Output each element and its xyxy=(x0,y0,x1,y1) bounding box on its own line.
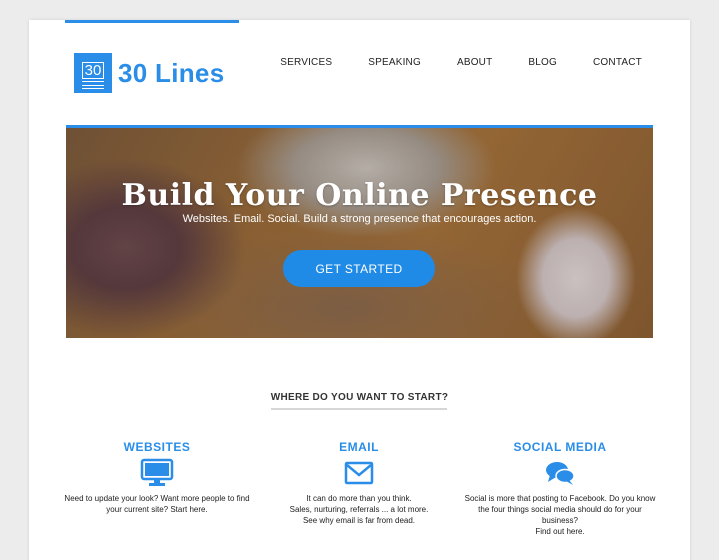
hero-banner: Build Your Online Presence Websites. Ema… xyxy=(66,125,653,338)
envelope-icon[interactable] xyxy=(259,458,459,488)
feature-title[interactable]: WEBSITES xyxy=(57,440,257,454)
main-nav: SERVICES SPEAKING ABOUT BLOG CONTACT xyxy=(244,57,642,68)
nav-services[interactable]: SERVICES xyxy=(280,57,332,68)
top-accent-bar xyxy=(65,20,239,23)
nav-speaking[interactable]: SPEAKING xyxy=(368,57,421,68)
hero-subtitle: Websites. Email. Social. Build a strong … xyxy=(182,213,537,225)
nav-about[interactable]: ABOUT xyxy=(457,57,492,68)
section-divider xyxy=(271,408,447,410)
feature-email[interactable]: EMAIL It can do more than you think. Sal… xyxy=(259,440,459,526)
feature-description: Social is more that posting to Facebook.… xyxy=(464,494,656,536)
nav-contact[interactable]: CONTACT xyxy=(593,57,642,68)
page-container: 30 30 Lines SERVICES SPEAKING ABOUT BLOG… xyxy=(29,20,690,560)
hero-title: Build Your Online Presence xyxy=(121,178,598,213)
section-heading: WHERE DO YOU WANT TO START? xyxy=(270,392,449,403)
feature-title[interactable]: SOCIAL MEDIA xyxy=(460,440,660,454)
hero-background-image xyxy=(66,128,653,338)
monitor-icon[interactable] xyxy=(57,458,257,488)
nav-blog[interactable]: BLOG xyxy=(528,57,557,68)
site-logo[interactable]: 30 30 Lines xyxy=(74,53,224,93)
feature-websites[interactable]: WEBSITES Need to update your look? Want … xyxy=(57,440,257,515)
feature-title[interactable]: EMAIL xyxy=(259,440,459,454)
chat-bubbles-icon[interactable] xyxy=(460,458,660,488)
get-started-button[interactable]: GET STARTED xyxy=(283,250,435,287)
feature-description: It can do more than you think. Sales, nu… xyxy=(289,494,429,525)
feature-description: Need to update your look? Want more peop… xyxy=(64,494,250,514)
logo-text: 30 Lines xyxy=(118,57,225,88)
logo-mark-icon: 30 xyxy=(74,53,112,93)
feature-social-media[interactable]: SOCIAL MEDIA Social is more that posting… xyxy=(460,440,660,537)
